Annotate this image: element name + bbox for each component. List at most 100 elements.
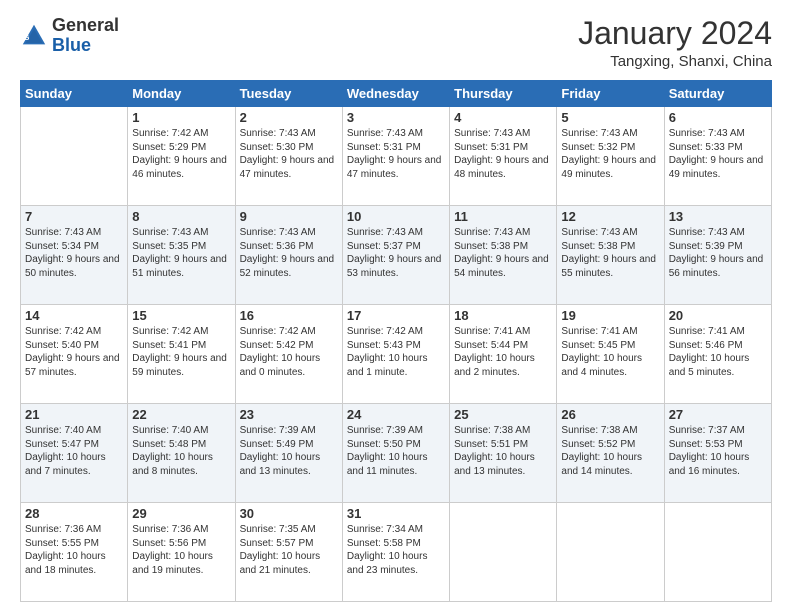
calendar-cell: 9 Sunrise: 7:43 AMSunset: 5:36 PMDaylight… <box>235 206 342 305</box>
cell-details: Sunrise: 7:37 AMSunset: 5:53 PMDaylight:… <box>669 424 767 478</box>
header: G General Blue January 2024 Tangxing, Sh… <box>20 16 772 70</box>
cell-details: Sunrise: 7:36 AMSunset: 5:56 PMDaylight:… <box>132 523 230 577</box>
cell-details: Sunrise: 7:43 AMSunset: 5:38 PMDaylight:… <box>454 226 552 280</box>
calendar-cell: 7Sunrise: 7:43 AMSunset: 5:34 PMDaylight… <box>21 206 128 305</box>
calendar-cell: 22 Sunrise: 7:40 AMSunset: 5:48 PMDayligh… <box>128 404 235 503</box>
cell-details: Sunrise: 7:35 AMSunset: 5:57 PMDaylight:… <box>240 523 338 577</box>
day-number: 6 <box>669 110 767 125</box>
cell-details: Sunrise: 7:38 AMSunset: 5:51 PMDaylight:… <box>454 424 552 478</box>
calendar-cell: 23Sunrise: 7:39 AMSunset: 5:49 PMDayligh… <box>235 404 342 503</box>
day-number: 30 <box>240 506 338 521</box>
calendar-cell <box>21 107 128 206</box>
day-number: 18 <box>454 308 552 323</box>
calendar-cell: 19 Sunrise: 7:41 AMSunset: 5:45 PMDayligh… <box>557 305 664 404</box>
calendar-cell: 27Sunrise: 7:37 AMSunset: 5:53 PMDayligh… <box>664 404 771 503</box>
logo-text: General Blue <box>52 16 119 56</box>
cell-details: Sunrise: 7:42 AMSunset: 5:42 PMDaylight:… <box>240 325 338 379</box>
cell-details: Sunrise: 7:41 AMSunset: 5:45 PMDaylight:… <box>561 325 659 379</box>
calendar-cell: 1Sunrise: 7:42 AMSunset: 5:29 PMDaylight… <box>128 107 235 206</box>
calendar-cell <box>450 503 557 602</box>
calendar-cell: 17 Sunrise: 7:42 AMSunset: 5:43 PMDayligh… <box>342 305 449 404</box>
calendar-week-row: 21 Sunrise: 7:40 AMSunset: 5:47 PMDayligh… <box>21 404 772 503</box>
title-block: January 2024 Tangxing, Shanxi, China <box>578 16 772 70</box>
day-number: 16 <box>240 308 338 323</box>
calendar-week-row: 28 Sunrise: 7:36 AMSunset: 5:55 PMDayligh… <box>21 503 772 602</box>
calendar-cell: 28 Sunrise: 7:36 AMSunset: 5:55 PMDayligh… <box>21 503 128 602</box>
cell-details: Sunrise: 7:40 AMSunset: 5:48 PMDaylight:… <box>132 424 230 478</box>
cell-details: Sunrise: 7:43 AMSunset: 5:31 PMDaylight:… <box>454 127 552 181</box>
calendar-week-row: 1Sunrise: 7:42 AMSunset: 5:29 PMDaylight… <box>21 107 772 206</box>
calendar-header-tuesday: Tuesday <box>235 81 342 107</box>
calendar-cell: 13 Sunrise: 7:43 AMSunset: 5:39 PMDayligh… <box>664 206 771 305</box>
day-number: 11 <box>454 209 552 224</box>
cell-details: Sunrise: 7:42 AMSunset: 5:40 PMDaylight:… <box>25 325 123 379</box>
cell-details: Sunrise: 7:43 AMSunset: 5:39 PMDaylight:… <box>669 226 767 280</box>
calendar-cell: 25 Sunrise: 7:38 AMSunset: 5:51 PMDayligh… <box>450 404 557 503</box>
calendar-cell: 15Sunrise: 7:42 AMSunset: 5:41 PMDayligh… <box>128 305 235 404</box>
day-number: 13 <box>669 209 767 224</box>
cell-details: Sunrise: 7:41 AMSunset: 5:44 PMDaylight:… <box>454 325 552 379</box>
day-number: 21 <box>25 407 123 422</box>
calendar-week-row: 7Sunrise: 7:43 AMSunset: 5:34 PMDaylight… <box>21 206 772 305</box>
calendar-cell <box>557 503 664 602</box>
calendar-header-thursday: Thursday <box>450 81 557 107</box>
cell-details: Sunrise: 7:36 AMSunset: 5:55 PMDaylight:… <box>25 523 123 577</box>
calendar-cell: 24 Sunrise: 7:39 AMSunset: 5:50 PMDayligh… <box>342 404 449 503</box>
calendar-table: SundayMondayTuesdayWednesdayThursdayFrid… <box>20 80 772 602</box>
day-number: 24 <box>347 407 445 422</box>
calendar-cell: 29Sunrise: 7:36 AMSunset: 5:56 PMDayligh… <box>128 503 235 602</box>
logo-icon: G <box>20 22 48 50</box>
calendar-cell: 18 Sunrise: 7:41 AMSunset: 5:44 PMDayligh… <box>450 305 557 404</box>
cell-details: Sunrise: 7:39 AMSunset: 5:49 PMDaylight:… <box>240 424 338 478</box>
cell-details: Sunrise: 7:41 AMSunset: 5:46 PMDaylight:… <box>669 325 767 379</box>
month-year: January 2024 <box>578 16 772 51</box>
day-number: 1 <box>132 110 230 125</box>
day-number: 25 <box>454 407 552 422</box>
calendar-cell: 31 Sunrise: 7:34 AMSunset: 5:58 PMDayligh… <box>342 503 449 602</box>
cell-details: Sunrise: 7:43 AMSunset: 5:35 PMDaylight:… <box>132 226 230 280</box>
svg-text:G: G <box>24 33 30 42</box>
calendar-cell: 30 Sunrise: 7:35 AMSunset: 5:57 PMDayligh… <box>235 503 342 602</box>
calendar-header-sunday: Sunday <box>21 81 128 107</box>
day-number: 12 <box>561 209 659 224</box>
cell-details: Sunrise: 7:43 AMSunset: 5:34 PMDaylight:… <box>25 226 123 280</box>
calendar-cell: 8Sunrise: 7:43 AMSunset: 5:35 PMDaylight… <box>128 206 235 305</box>
day-number: 19 <box>561 308 659 323</box>
day-number: 26 <box>561 407 659 422</box>
calendar-cell: 6Sunrise: 7:43 AMSunset: 5:33 PMDaylight… <box>664 107 771 206</box>
location: Tangxing, Shanxi, China <box>578 53 772 70</box>
day-number: 4 <box>454 110 552 125</box>
calendar-cell: 12 Sunrise: 7:43 AMSunset: 5:38 PMDayligh… <box>557 206 664 305</box>
cell-details: Sunrise: 7:43 AMSunset: 5:37 PMDaylight:… <box>347 226 445 280</box>
calendar-cell: 20 Sunrise: 7:41 AMSunset: 5:46 PMDayligh… <box>664 305 771 404</box>
day-number: 20 <box>669 308 767 323</box>
calendar-header-monday: Monday <box>128 81 235 107</box>
cell-details: Sunrise: 7:40 AMSunset: 5:47 PMDaylight:… <box>25 424 123 478</box>
cell-details: Sunrise: 7:39 AMSunset: 5:50 PMDaylight:… <box>347 424 445 478</box>
day-number: 17 <box>347 308 445 323</box>
calendar-header-saturday: Saturday <box>664 81 771 107</box>
page: G General Blue January 2024 Tangxing, Sh… <box>0 0 792 612</box>
cell-details: Sunrise: 7:43 AMSunset: 5:31 PMDaylight:… <box>347 127 445 181</box>
cell-details: Sunrise: 7:42 AMSunset: 5:43 PMDaylight:… <box>347 325 445 379</box>
day-number: 22 <box>132 407 230 422</box>
calendar-header-row: SundayMondayTuesdayWednesdayThursdayFrid… <box>21 81 772 107</box>
calendar-cell: 4 Sunrise: 7:43 AMSunset: 5:31 PMDaylight… <box>450 107 557 206</box>
day-number: 28 <box>25 506 123 521</box>
calendar-week-row: 14 Sunrise: 7:42 AMSunset: 5:40 PMDayligh… <box>21 305 772 404</box>
day-number: 31 <box>347 506 445 521</box>
cell-details: Sunrise: 7:43 AMSunset: 5:36 PMDaylight:… <box>240 226 338 280</box>
calendar-cell <box>664 503 771 602</box>
calendar-cell: 10Sunrise: 7:43 AMSunset: 5:37 PMDayligh… <box>342 206 449 305</box>
calendar-cell: 5Sunrise: 7:43 AMSunset: 5:32 PMDaylight… <box>557 107 664 206</box>
cell-details: Sunrise: 7:38 AMSunset: 5:52 PMDaylight:… <box>561 424 659 478</box>
cell-details: Sunrise: 7:43 AMSunset: 5:38 PMDaylight:… <box>561 226 659 280</box>
day-number: 14 <box>25 308 123 323</box>
cell-details: Sunrise: 7:34 AMSunset: 5:58 PMDaylight:… <box>347 523 445 577</box>
day-number: 9 <box>240 209 338 224</box>
calendar-cell: 16 Sunrise: 7:42 AMSunset: 5:42 PMDayligh… <box>235 305 342 404</box>
calendar-cell: 2Sunrise: 7:43 AMSunset: 5:30 PMDaylight… <box>235 107 342 206</box>
day-number: 3 <box>347 110 445 125</box>
day-number: 2 <box>240 110 338 125</box>
day-number: 15 <box>132 308 230 323</box>
